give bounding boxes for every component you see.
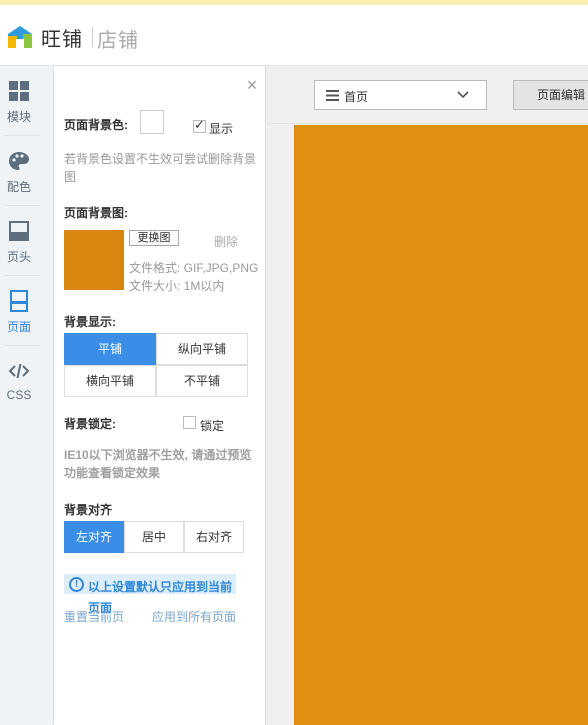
show-checkbox[interactable]: ✓ <box>193 117 206 133</box>
display-no-tile-button[interactable]: 不平铺 <box>156 365 248 397</box>
reset-current-page-link[interactable]: 重置当前页 <box>64 608 124 625</box>
file-format-text: 文件格式: GIF,JPG,PNG <box>129 261 259 275</box>
checkmark-icon: ✓ <box>194 117 205 132</box>
nav-item-modules[interactable]: 模块 <box>0 66 54 136</box>
bg-display-label: 背景显示: <box>64 315 116 329</box>
chevron-down-icon <box>457 91 469 99</box>
brand-subtitle: 店铺 <box>97 30 139 52</box>
close-icon[interactable]: × <box>244 76 260 94</box>
nav-label: 页面 <box>6 320 31 334</box>
info-icon: ! <box>69 577 84 592</box>
house-logo-icon[interactable] <box>7 25 33 49</box>
lock-hint: IE10以下浏览器不生效, 请通过预览功能查看锁定效果 <box>64 448 252 480</box>
left-nav: 模块 配色 页头 页面 CSS <box>0 66 54 725</box>
brand-name[interactable]: 旺铺 <box>41 23 83 52</box>
display-tile-horizontal-button[interactable]: 横向平铺 <box>64 365 156 397</box>
bg-lock-label: 背景锁定: <box>64 417 116 431</box>
file-size-text: 文件大小: 1M以内 <box>129 279 225 293</box>
nav-item-colors[interactable]: 配色 <box>0 136 54 206</box>
nav-item-css[interactable]: CSS <box>0 346 54 416</box>
apply-note-box: ! 以上设置默认只应用到当前 <box>64 574 236 594</box>
nav-label: 配色 <box>6 180 31 194</box>
bg-align-label: 背景对齐 <box>64 503 113 517</box>
delete-image-link[interactable]: 删除 <box>214 233 238 250</box>
app-header: 旺铺 店铺 <box>0 5 588 66</box>
page-edit-button[interactable]: 页面编辑 <box>513 80 588 110</box>
page-select-value: 首页 <box>344 90 369 104</box>
palette-icon <box>9 152 29 170</box>
nav-label: 页头 <box>6 250 31 264</box>
page-select[interactable]: 首页 <box>314 80 487 110</box>
page-background-preview <box>294 125 588 725</box>
editor-canvas-area: 首页 页面编辑 <box>266 66 588 725</box>
align-right-button[interactable]: 右对齐 <box>184 521 244 553</box>
apply-note-text: 以上设置默认只应用到当前 <box>88 580 233 594</box>
apply-all-pages-link[interactable]: 应用到所有页面 <box>152 608 236 625</box>
nav-item-page[interactable]: 页面 <box>0 276 54 346</box>
bg-color-swatch[interactable] <box>140 110 164 134</box>
bg-color-hint: 若背景色设置不生效可尝试删除背景图 <box>64 152 257 184</box>
display-tile-vertical-button[interactable]: 纵向平铺 <box>156 333 248 365</box>
bg-color-label: 页面背景色: <box>64 118 128 132</box>
code-icon <box>8 363 30 379</box>
align-center-button[interactable]: 居中 <box>124 521 184 553</box>
bg-image-thumbnail <box>64 230 124 290</box>
lock-checkbox-label: 锁定 <box>200 419 225 433</box>
grid-icon <box>9 81 29 101</box>
display-tile-button[interactable]: 平铺 <box>64 333 156 365</box>
page-settings-panel: × 页面背景色: ✓ 显示 若背景色设置不生效可尝试删除背景图 页面背景图: 更… <box>54 66 266 725</box>
brand-divider <box>92 27 93 47</box>
page-icon <box>10 290 28 312</box>
nav-label: CSS <box>6 388 32 402</box>
show-checkbox-label: 显示 <box>209 122 234 136</box>
lock-checkbox[interactable] <box>183 416 196 429</box>
nav-item-header[interactable]: 页头 <box>0 206 54 276</box>
align-left-button[interactable]: 左对齐 <box>64 521 124 553</box>
bg-image-label: 页面背景图: <box>64 206 128 220</box>
header-icon <box>9 221 29 241</box>
replace-image-button[interactable]: 更换图 <box>129 230 179 246</box>
editor-toolbar: 首页 页面编辑 <box>266 66 588 124</box>
nav-label: 模块 <box>6 110 31 124</box>
menu-icon <box>326 90 339 101</box>
